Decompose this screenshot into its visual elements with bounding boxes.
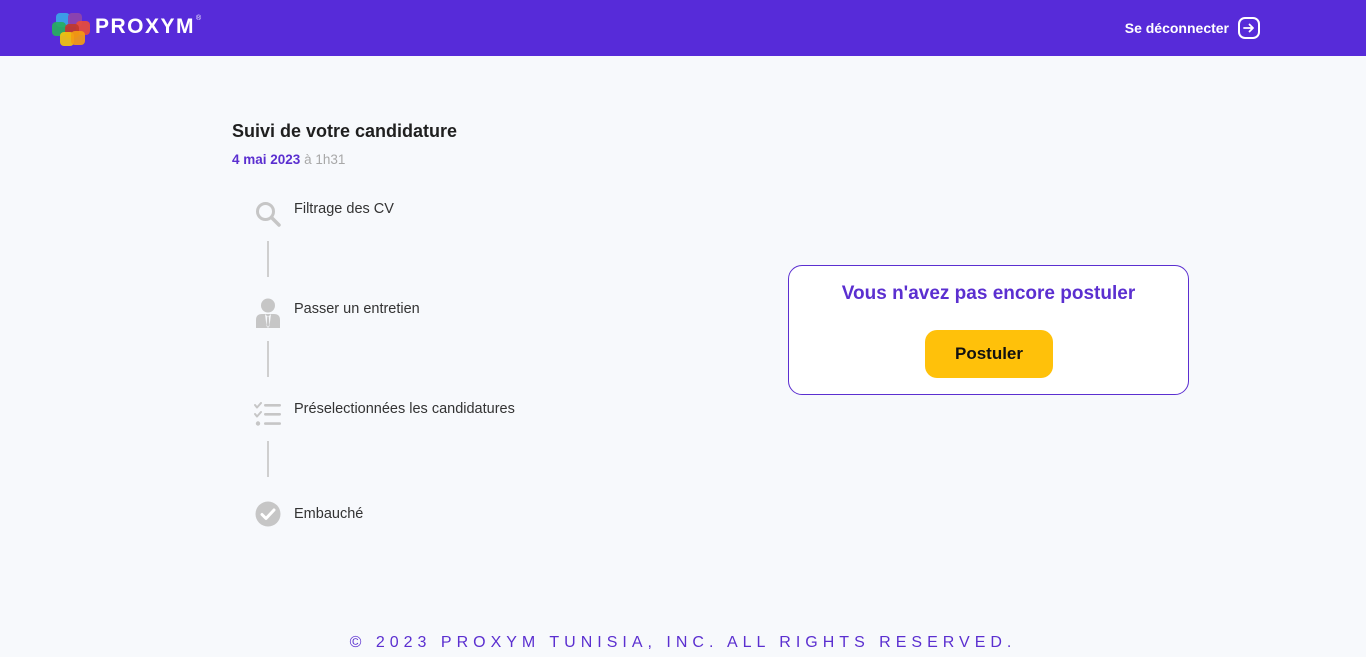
brand-name: PROXYM® [95, 15, 202, 38]
logo-mark-icon [52, 12, 92, 46]
checklist-icon [254, 401, 282, 429]
top-navbar: PROXYM® Se déconnecter [0, 0, 1366, 56]
date-time-sep: à [300, 152, 316, 167]
step-connector [267, 441, 269, 477]
arrow-right-circle-icon [1238, 17, 1260, 39]
footer-copyright: © 2023 PROXYM TUNISIA, INC. ALL RIGHTS R… [349, 634, 1017, 651]
step-preselection: Préselectionnées les candidatures [254, 401, 515, 429]
date-time: 1h31 [315, 152, 346, 167]
step-label: Préselectionnées les candidatures [294, 401, 515, 417]
step-connector [267, 341, 269, 377]
logout-button[interactable]: Se déconnecter [1125, 16, 1260, 40]
step-interview: Passer un entretien [254, 298, 420, 328]
step-label: Embauché [294, 506, 364, 522]
step-filtering: Filtrage des CV [254, 200, 394, 228]
check-circle-icon [254, 500, 282, 528]
apply-button[interactable]: Postuler [925, 330, 1053, 378]
apply-message: Vous n'avez pas encore postuler [841, 283, 1136, 304]
step-label: Passer un entretien [294, 301, 420, 317]
application-date: 4 mai 2023 à 1h31 [232, 152, 345, 167]
search-icon [254, 200, 282, 228]
apply-card: Vous n'avez pas encore postuler Postuler [788, 265, 1189, 395]
step-connector [267, 241, 269, 277]
logout-label: Se déconnecter [1124, 20, 1229, 36]
date-day: 4 mai 2023 [232, 152, 301, 167]
page-title: Suivi de votre candidature [232, 121, 458, 141]
step-hired: Embauché [254, 500, 363, 528]
person-icon [254, 298, 282, 328]
proxym-logo[interactable]: PROXYM® [52, 12, 201, 46]
step-label: Filtrage des CV [294, 201, 394, 217]
